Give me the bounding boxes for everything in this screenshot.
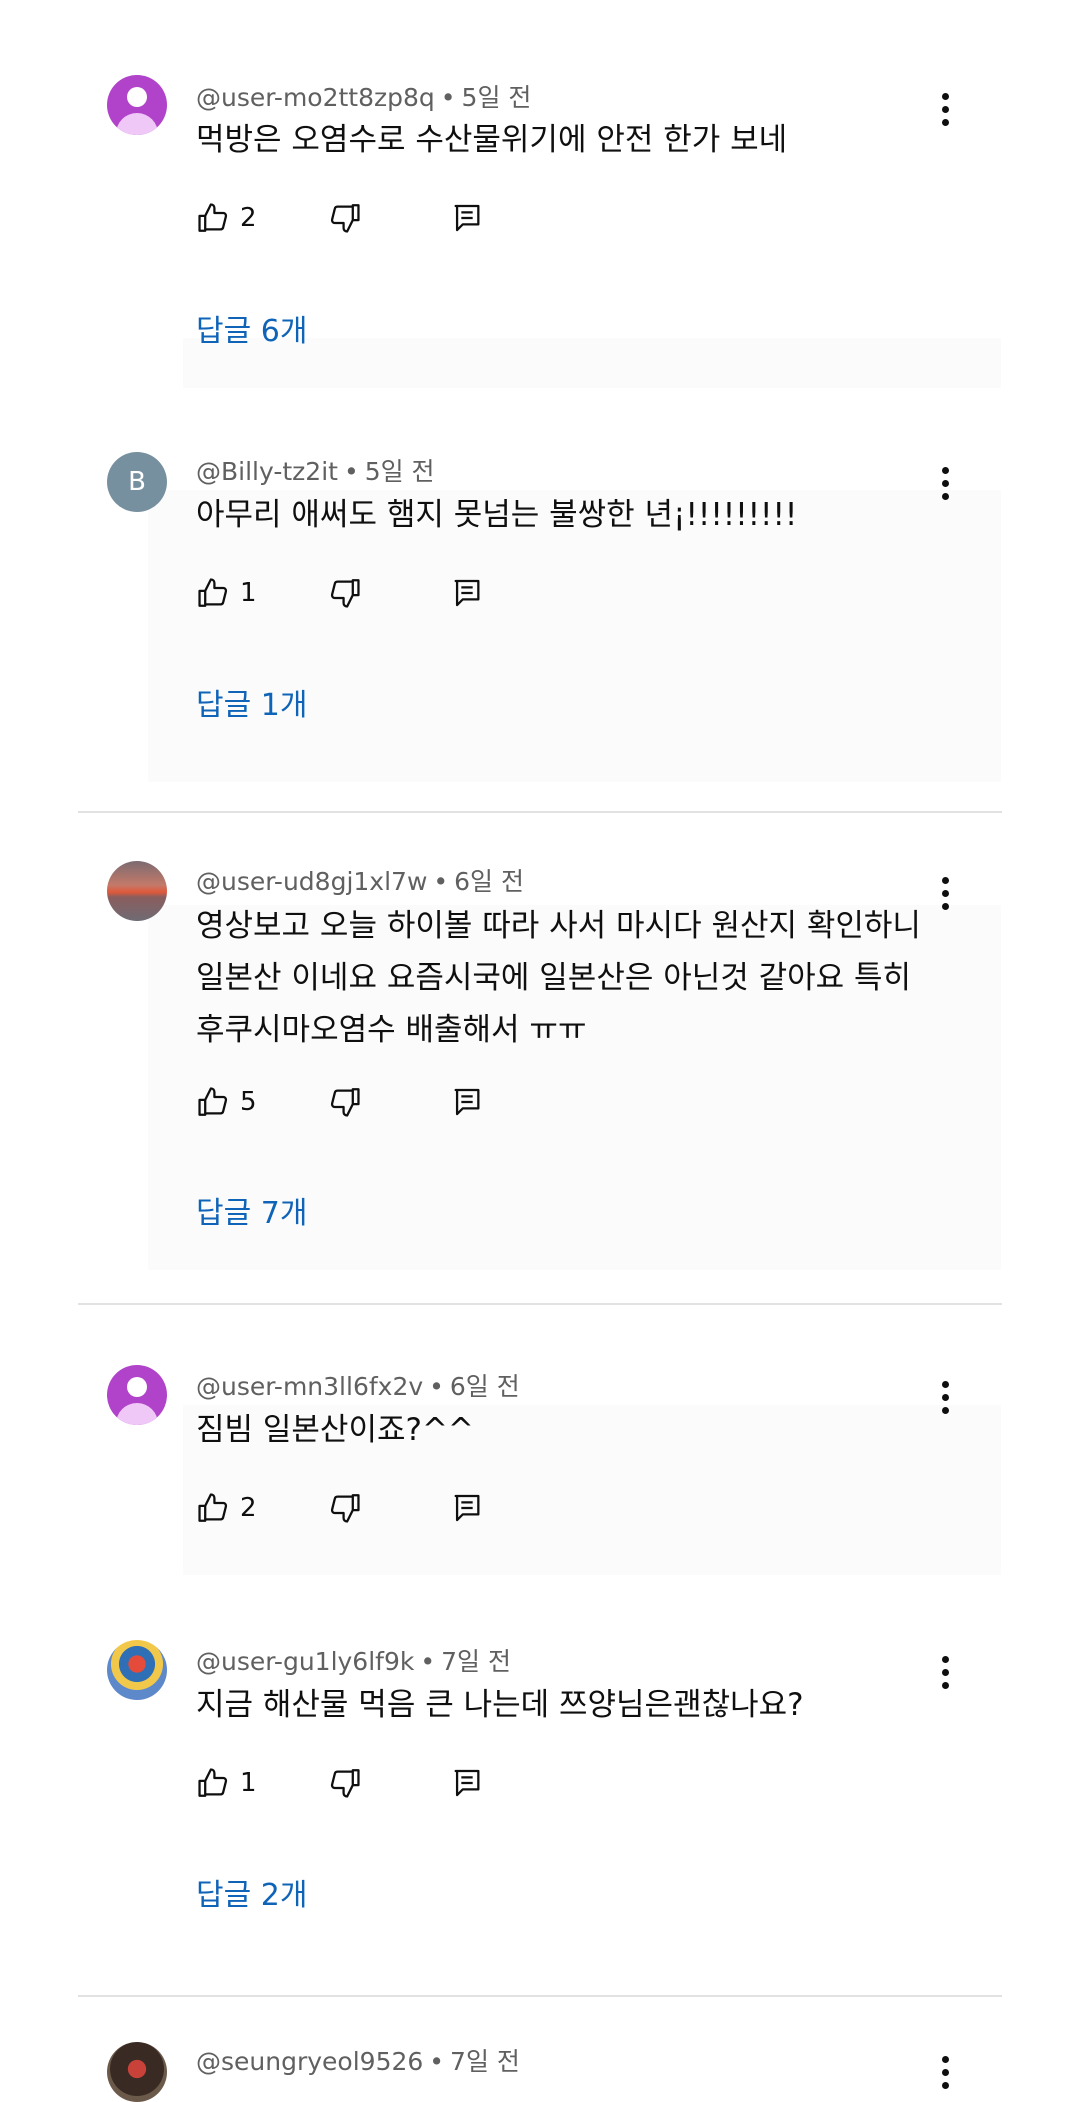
comment-actions: 5 — [196, 1082, 484, 1122]
comment-text: 짐빔 일본산이죠?^^ — [196, 1404, 936, 1456]
thumbs-down-icon — [330, 579, 360, 608]
thumbs-down-icon — [330, 204, 360, 233]
comment-time: 6일 전 — [454, 867, 524, 896]
like-button[interactable]: 1 — [196, 1766, 328, 1800]
avatar-letter: B — [128, 467, 146, 497]
thread-divider — [78, 1995, 1002, 1997]
comment-text-line: 짐빔 일본산이죠?^^ — [196, 1412, 474, 1448]
comment-author[interactable]: @user-mn3ll6fx2v — [196, 1372, 423, 1401]
comment-text: 먹방은 오염수로 수산물위기에 안전 한가 보네 — [196, 114, 936, 166]
view-replies-link[interactable]: 답글 1개 — [196, 680, 307, 724]
reply-button[interactable] — [450, 576, 484, 610]
thumbs-down-icon — [330, 1769, 360, 1798]
dislike-button[interactable] — [328, 1491, 450, 1525]
thumbs-down-icon — [330, 1494, 360, 1523]
avatar[interactable] — [107, 861, 167, 921]
dislike-button[interactable] — [328, 1766, 450, 1800]
like-count: 2 — [240, 1493, 257, 1523]
comment-meta: @seungryeol9526 • 7일 전 — [196, 2047, 520, 2076]
reply-comment-icon — [454, 579, 480, 607]
like-count: 2 — [240, 203, 257, 233]
comment-text-line: 먹방은 오염수로 수산물위기에 안전 한가 보네 — [196, 122, 788, 158]
comment-meta: @user-mn3ll6fx2v • 6일 전 — [196, 1372, 520, 1401]
like-count: 5 — [240, 1087, 257, 1117]
comment-meta: @user-ud8gj1xl7w • 6일 전 — [196, 867, 524, 896]
more-vert-icon[interactable] — [934, 93, 956, 126]
comment-text: 지금 해산물 먹음 큰 나는데 쯔양님은괜찮나요? — [196, 1679, 936, 1731]
comment-meta: @user-mo2tt8zp8q • 5일 전 — [196, 83, 532, 112]
thumbs-up-icon — [198, 1087, 228, 1116]
thumbs-up-icon — [198, 1768, 228, 1797]
comment-author[interactable]: @user-gu1ly6lf9k — [196, 1647, 414, 1676]
comment-text-line: 일본산 이네요 요즘시국에 일본산은 아닌것 같아요 특히 — [196, 960, 912, 996]
comment-text-line: 영상보고 오늘 하이볼 따라 사서 마시다 원산지 확인하니 — [196, 908, 921, 944]
comment-time: 7일 전 — [450, 2047, 520, 2076]
comment-time: 7일 전 — [441, 1647, 511, 1676]
reply-comment-icon — [454, 204, 480, 232]
avatar[interactable] — [107, 1365, 167, 1425]
comment-text-line: 후쿠시마오염수 배출해서 ㅠㅠ — [196, 1012, 587, 1048]
view-replies-link[interactable]: 답글 7개 — [196, 1188, 307, 1232]
like-count: 1 — [240, 1768, 257, 1798]
avatar[interactable] — [107, 1640, 167, 1700]
reply-button[interactable] — [450, 201, 484, 235]
comment-meta: @user-gu1ly6lf9k • 7일 전 — [196, 1647, 511, 1676]
view-replies-link[interactable]: 답글 6개 — [196, 306, 307, 350]
more-vert-icon[interactable] — [934, 877, 956, 910]
comment-author[interactable]: @seungryeol9526 — [196, 2047, 423, 2076]
comment-text: 아무리 애써도 햄지 못넘는 불쌍한 년¡!!!!!!!!! — [196, 489, 936, 541]
thumbs-up-icon — [198, 578, 228, 607]
reply-comment-icon — [454, 1494, 480, 1522]
comment-actions: 2 — [196, 1488, 484, 1528]
comment-actions: 1 — [196, 1763, 484, 1803]
comment-meta: @Billy-tz2it • 5일 전 — [196, 457, 435, 486]
reply-button[interactable] — [450, 1085, 484, 1119]
more-vert-icon[interactable] — [934, 2056, 956, 2089]
comment-time: 6일 전 — [449, 1372, 520, 1401]
like-button[interactable]: 2 — [196, 201, 328, 235]
more-vert-icon[interactable] — [934, 467, 956, 500]
thumbs-up-icon — [198, 203, 228, 232]
thread-divider — [78, 1303, 1002, 1305]
dislike-button[interactable] — [328, 576, 450, 610]
avatar[interactable]: B — [107, 452, 167, 512]
reply-button[interactable] — [450, 1491, 484, 1525]
view-replies-link[interactable]: 답글 2개 — [196, 1870, 307, 1914]
comment-time: 5일 전 — [461, 83, 532, 112]
thread-divider — [78, 811, 1002, 813]
comment-text: 영상보고 오늘 하이볼 따라 사서 마시다 원산지 확인하니 일본산 이네요 요… — [196, 900, 936, 1056]
comment-author[interactable]: @user-mo2tt8zp8q — [196, 83, 435, 112]
like-button[interactable]: 1 — [196, 576, 328, 610]
thumbs-down-icon — [330, 1088, 360, 1117]
dislike-button[interactable] — [328, 1085, 450, 1119]
thumbs-up-icon — [198, 1493, 228, 1522]
comment-actions: 2 — [196, 198, 484, 238]
dislike-button[interactable] — [328, 201, 450, 235]
comment-author[interactable]: @user-ud8gj1xl7w — [196, 867, 427, 896]
avatar[interactable] — [107, 2042, 167, 2102]
like-button[interactable]: 2 — [196, 1491, 328, 1525]
like-button[interactable]: 5 — [196, 1085, 328, 1119]
comment-time: 5일 전 — [364, 457, 435, 486]
reply-button[interactable] — [450, 1766, 484, 1800]
comment-author[interactable]: @Billy-tz2it — [196, 457, 338, 486]
more-vert-icon[interactable] — [934, 1656, 956, 1689]
reply-comment-icon — [454, 1088, 480, 1116]
reply-comment-icon — [454, 1769, 480, 1797]
more-vert-icon[interactable] — [934, 1381, 956, 1414]
avatar[interactable] — [107, 75, 167, 135]
comment-actions: 1 — [196, 573, 484, 613]
comment-text-line: 아무리 애써도 햄지 못넘는 불쌍한 년¡!!!!!!!!! — [196, 497, 798, 533]
comment-text-line: 지금 해산물 먹음 큰 나는데 쯔양님은괜찮나요? — [196, 1687, 804, 1723]
like-count: 1 — [240, 578, 257, 608]
